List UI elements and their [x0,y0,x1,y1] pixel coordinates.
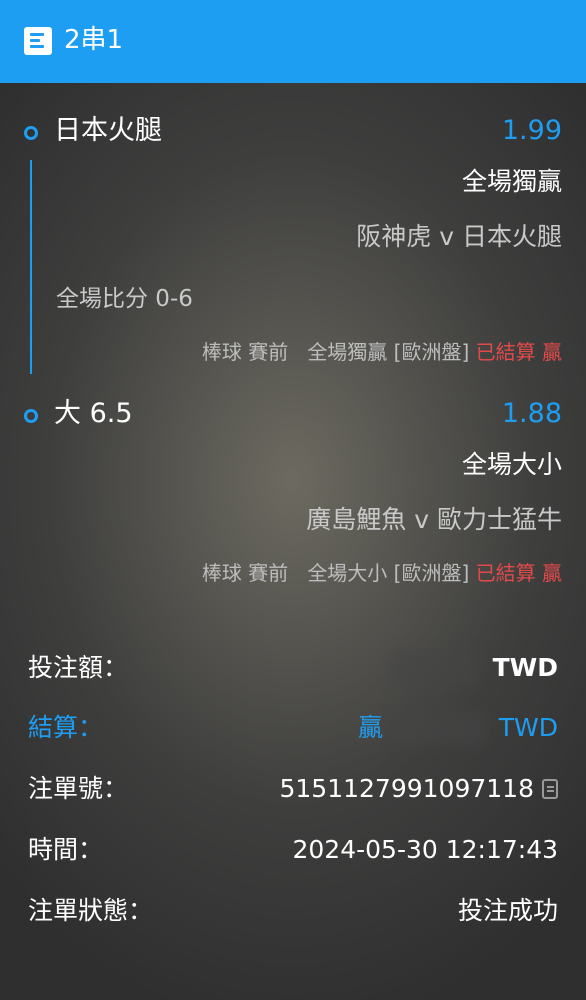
leg-market: 全場獨贏 [461,167,562,196]
leg-status: 已結算 [475,561,536,585]
leg-result: 贏 [542,561,562,585]
leg-period: 賽前 [248,561,289,585]
settlement-row: 結算： 贏 TWD [0,708,586,748]
leg-marker-icon [24,409,38,423]
leg-score: 全場比分 0-6 [56,286,193,312]
stake-label: 投注額： [28,653,129,682]
leg-match: 廣島鯉魚 v 歐力士猛牛 [306,505,562,534]
leg-selection: 日本火腿 [54,115,162,146]
stake-row: 投注額： TWD [0,648,586,688]
ticket-number: 5151127991097118 [279,774,535,803]
leg-period: 賽前 [248,340,289,364]
page-title: 2串1 [64,25,124,55]
header-bar: 2串1 [0,0,586,83]
leg-status: 已結算 [475,340,536,364]
leg-result: 贏 [542,340,562,364]
redacted-amount [390,651,480,685]
leg-meta: 棒球 賽前 全場大小 [歐洲盤] 已結算 贏 [202,559,562,587]
stake-currency: TWD [492,653,558,682]
leg-odds: 1.99 [501,115,562,146]
ticket-label: 注單號： [28,774,129,803]
ticket-value: 5151127991097118 [279,769,558,809]
redacted-amount [392,711,488,745]
leg-selection: 大 6.5 [54,398,133,429]
leg-bet-type: 全場大小 [歐洲盤] [307,561,470,585]
leg-match: 阪神虎 v 日本火腿 [356,222,562,251]
time-label: 時間： [28,835,104,864]
ticket-row: 注單號： 5151127991097118 [0,769,586,809]
copy-icon[interactable] [542,779,558,799]
leg-odds: 1.88 [501,398,562,429]
leg-sport: 棒球 [201,340,242,364]
status-value: 投注成功 [457,896,558,925]
time-value: 2024-05-30 12:17:43 [292,835,558,864]
leg-marker-icon [24,126,38,140]
settlement-label: 結算： [28,713,104,742]
settlement-result: 贏 [357,713,383,742]
document-icon [24,27,52,55]
status-label: 注單狀態： [28,896,154,925]
settlement-currency: TWD [498,713,558,742]
status-row: 注單狀態： 投注成功 [0,891,586,931]
time-row: 時間： 2024-05-30 12:17:43 [0,830,586,870]
leg-connector-line [30,160,32,374]
leg-market: 全場大小 [461,450,562,479]
leg-bet-type: 全場獨贏 [歐洲盤] [307,340,470,364]
leg-meta: 棒球 賽前 全場獨贏 [歐洲盤] 已結算 贏 [202,338,562,366]
leg-sport: 棒球 [201,561,242,585]
